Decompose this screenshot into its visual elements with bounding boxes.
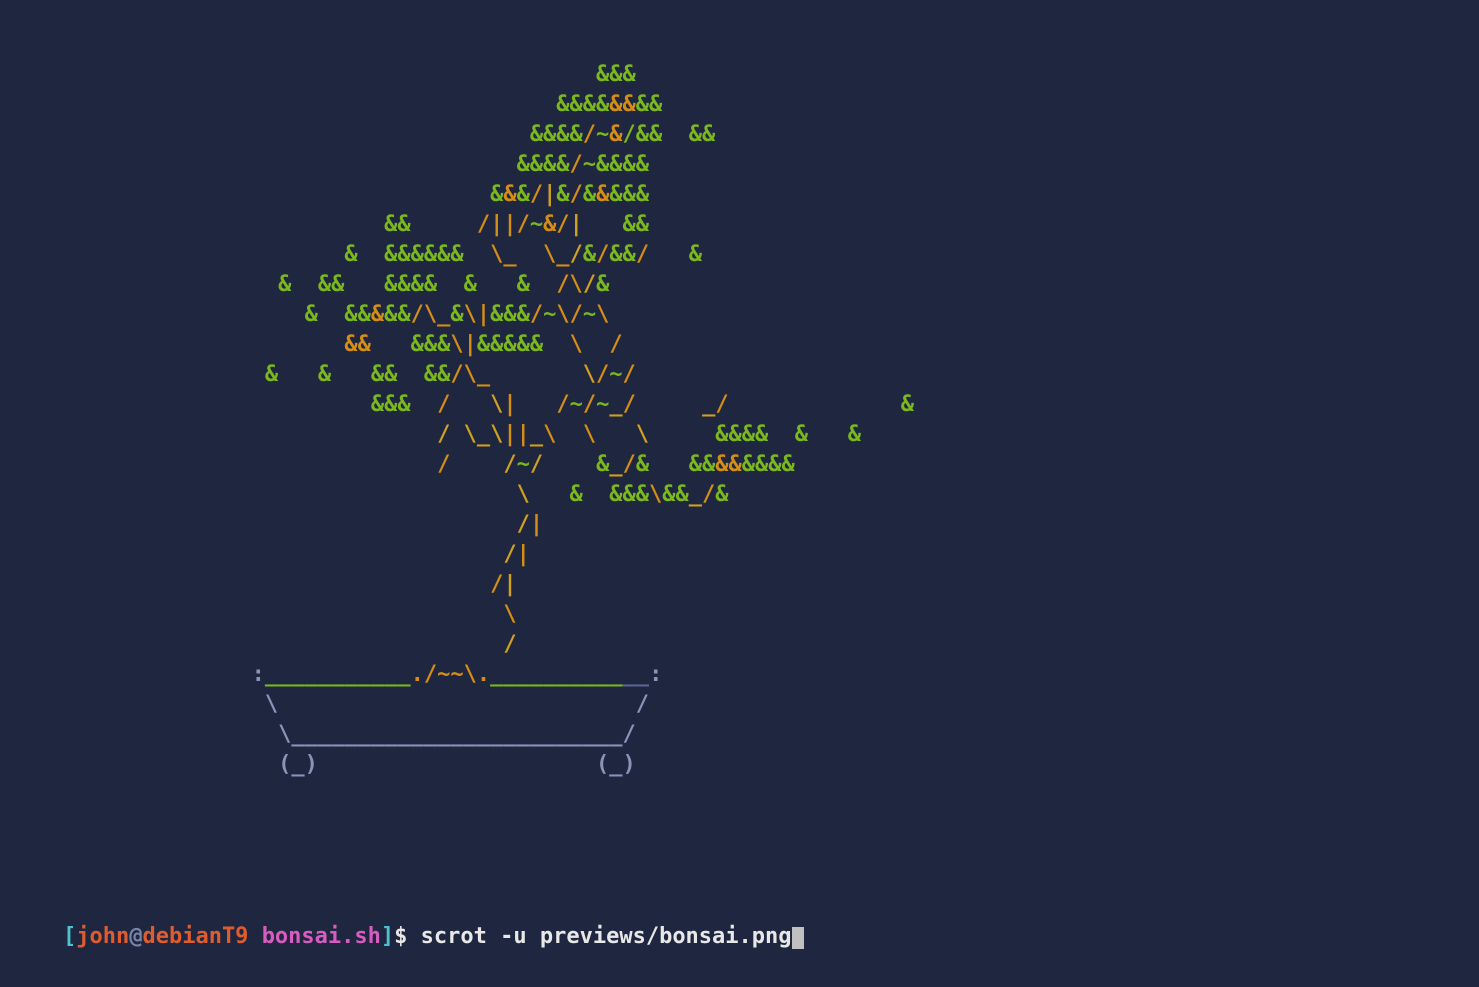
bonsai-ascii-art: &&& &&&&&&&& &&&&/~&/&& && &&&&/~&&&& &&… [0,60,1479,780]
prompt-host: debianT9 [142,924,248,949]
prompt-cwd: bonsai.sh [262,924,381,949]
prompt-symbol: $ [394,924,421,949]
prompt-bracket-close: ] [381,924,394,949]
cursor [792,927,804,949]
prompt-bracket-open: [ [63,924,76,949]
prompt-user: john [76,924,129,949]
shell-prompt-line[interactable]: [john@debianT9 bonsai.sh]$ scrot -u prev… [10,895,804,979]
prompt-at: @ [129,924,142,949]
terminal-window[interactable]: &&& &&&&&&&& &&&&/~&/&& && &&&&/~&&&& &&… [0,0,1479,987]
typed-command: scrot -u previews/bonsai.png [421,924,792,949]
